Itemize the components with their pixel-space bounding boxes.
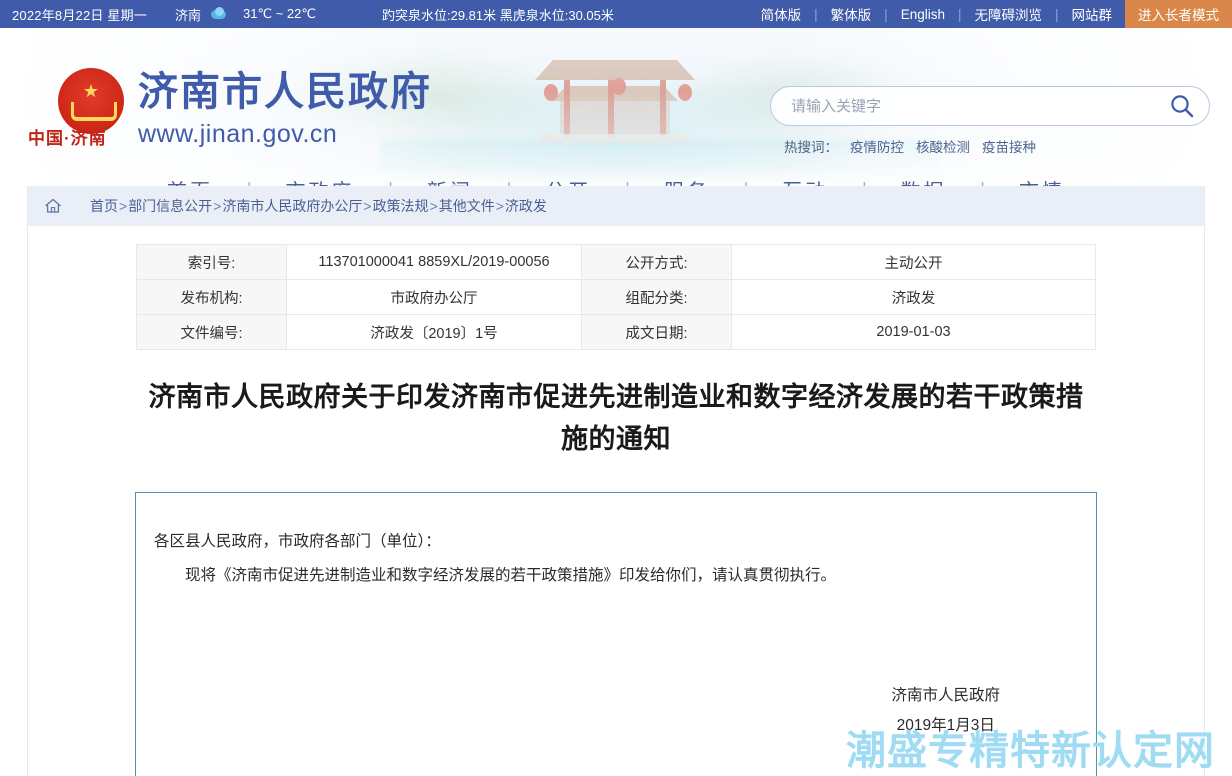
document-body-box: 各区县人民政府，市政府各部门（单位）： 现将《济南市促进先进制造业和数字经济发展… [135,492,1097,776]
nav-item-data[interactable]: 数据 [867,175,981,187]
breadcrumb-item-other-documents[interactable]: 其他文件 [439,198,495,214]
meta-value-index-number: 113701000041 8859XL/2019-00056 [286,244,582,280]
meta-value-category: 济政发 [731,279,1096,315]
hot-search-words: 热搜词： 疫情防控 核酸检测 疫苗接种 [770,136,1210,156]
brand-text-group: 济南市人民政府 www.jinan.gov.cn [138,68,432,150]
cloud-sun-icon [211,7,229,21]
nav-item-news[interactable]: 新闻 [393,175,507,187]
link-simplified[interactable]: 简体版 [748,4,815,24]
document-signature-block: 济南市人民政府 2019年1月3日 [891,681,1000,741]
search-button[interactable] [1163,88,1201,124]
breadcrumb-item-department-disclosure[interactable]: 部门信息公开 [128,198,212,214]
breadcrumb-item-general-office[interactable]: 济南市人民政府办公厅 [222,198,362,214]
table-row: 索引号: 113701000041 8859XL/2019-00056 公开方式… [136,244,1096,280]
search-input[interactable] [791,97,1163,115]
site-url: www.jinan.gov.cn [138,120,338,148]
breadcrumb: 首页>部门信息公开>济南市人民政府办公厅>政策法规>其他文件>济政发 [28,186,1204,226]
meta-value-disclosure-method: 主动公开 [731,244,1096,280]
meta-value-issue-date: 2019-01-03 [731,314,1096,350]
china-jinan-logo-text: 中国·济南 [28,129,107,148]
temperature-label: 31℃ ~ 22℃ [243,6,316,21]
spring-water-level: 趵突泉水位:29.81米 黑虎泉水位:30.05米 [381,7,614,23]
elder-mode-button[interactable]: 进入长者模式 [1125,0,1232,28]
nav-item-disclosure[interactable]: 公开 [511,175,625,187]
document-metadata-table: 索引号: 113701000041 8859XL/2019-00056 公开方式… [136,244,1096,350]
hot-words-label: 热搜词： [784,140,838,155]
nav-item-government[interactable]: 市政府 [251,175,388,187]
meta-label-issuing-agency: 发布机构: [136,279,287,315]
document-salutation: 各区县人民政府，市政府各部门（单位）： [154,533,441,550]
topbar-info-group: 2022年8月22日 星期一 济南 31℃ ~ 22℃ 趵突泉水位:29.81米… [0,5,614,24]
page-title: 济南市人民政府关于印发济南市促进先进制造业和数字经济发展的若干政策措施的通知 [148,382,1084,454]
main-navigation: 首页 | 市政府 | 新闻 | 公开 | 服务 | 互动 | 数据 | 市情 [0,164,1232,186]
link-traditional[interactable]: 繁体版 [818,4,885,24]
hot-word-vaccination[interactable]: 疫苗接种 [982,140,1036,155]
document-sign-date: 2019年1月3日 [896,717,995,734]
nav-item-interaction[interactable]: 互动 [748,175,862,187]
page-container: 首页>部门信息公开>济南市人民政府办公厅>政策法规>其他文件>济政发 索引号: … [27,186,1205,776]
link-site-group[interactable]: 网站群 [1059,4,1126,24]
breadcrumb-separator: > [495,198,504,214]
meta-label-category: 组配分类: [581,279,732,315]
breadcrumb-separator: > [363,198,372,214]
topbar-links-group: 简体版 | 繁体版 | English | 无障碍浏览 | 网站群 进入长者模式 [748,0,1232,28]
hot-word-nucleic-test[interactable]: 核酸检测 [916,140,970,155]
search-area: 热搜词： 疫情防控核酸检测疫苗接种 [770,86,1210,156]
current-date: 2022年8月22日 星期一 [12,7,148,23]
breadcrumb-item-home[interactable]: 首页 [90,198,118,214]
hot-word-epidemic[interactable]: 疫情防控 [850,140,904,155]
meta-label-document-number: 文件编号: [136,314,287,350]
breadcrumb-item-jizhengfa[interactable]: 济政发 [505,198,547,214]
link-accessibility[interactable]: 无障碍浏览 [961,4,1055,24]
nav-item-home[interactable]: 首页 [133,175,247,187]
document-paragraph: 现将《济南市促进先进制造业和数字经济发展的若干政策措施》印发给你们，请认真贯彻执… [185,567,837,584]
meta-label-disclosure-method: 公开方式: [581,244,732,280]
breadcrumb-separator: > [119,198,128,214]
breadcrumb-trail: 首页>部门信息公开>济南市人民政府办公厅>政策法规>其他文件>济政发 [90,196,547,216]
document-signer: 济南市人民政府 [891,687,1000,704]
nav-item-city-profile[interactable]: 市情 [985,175,1099,187]
site-title: 济南市人民政府 [138,70,432,114]
meta-value-document-number: 济政发〔2019〕1号 [286,314,582,350]
breadcrumb-separator: > [213,198,222,214]
top-utility-bar: 2022年8月22日 星期一 济南 31℃ ~ 22℃ 趵突泉水位:29.81米… [0,0,1232,28]
nav-item-services[interactable]: 服务 [630,175,744,187]
home-icon[interactable] [44,197,62,215]
meta-label-issue-date: 成文日期: [581,314,732,350]
city-label: 济南 [175,7,202,23]
table-row: 文件编号: 济政发〔2019〕1号 成文日期: 2019-01-03 [136,314,1096,350]
meta-value-issuing-agency: 市政府办公厅 [286,279,582,315]
link-english[interactable]: English [888,7,958,22]
table-row: 发布机构: 市政府办公厅 组配分类: 济政发 [136,279,1096,315]
breadcrumb-item-policy-regulation[interactable]: 政策法规 [373,198,429,214]
search-box[interactable] [770,86,1210,126]
site-brand[interactable]: 济南市人民政府 www.jinan.gov.cn [58,68,432,150]
search-icon [1171,95,1194,118]
breadcrumb-separator: > [429,198,438,214]
site-banner: 济南市人民政府 www.jinan.gov.cn 中国·济南 热搜词： 疫情防控核… [0,28,1232,186]
meta-label-index-number: 索引号: [136,244,287,280]
